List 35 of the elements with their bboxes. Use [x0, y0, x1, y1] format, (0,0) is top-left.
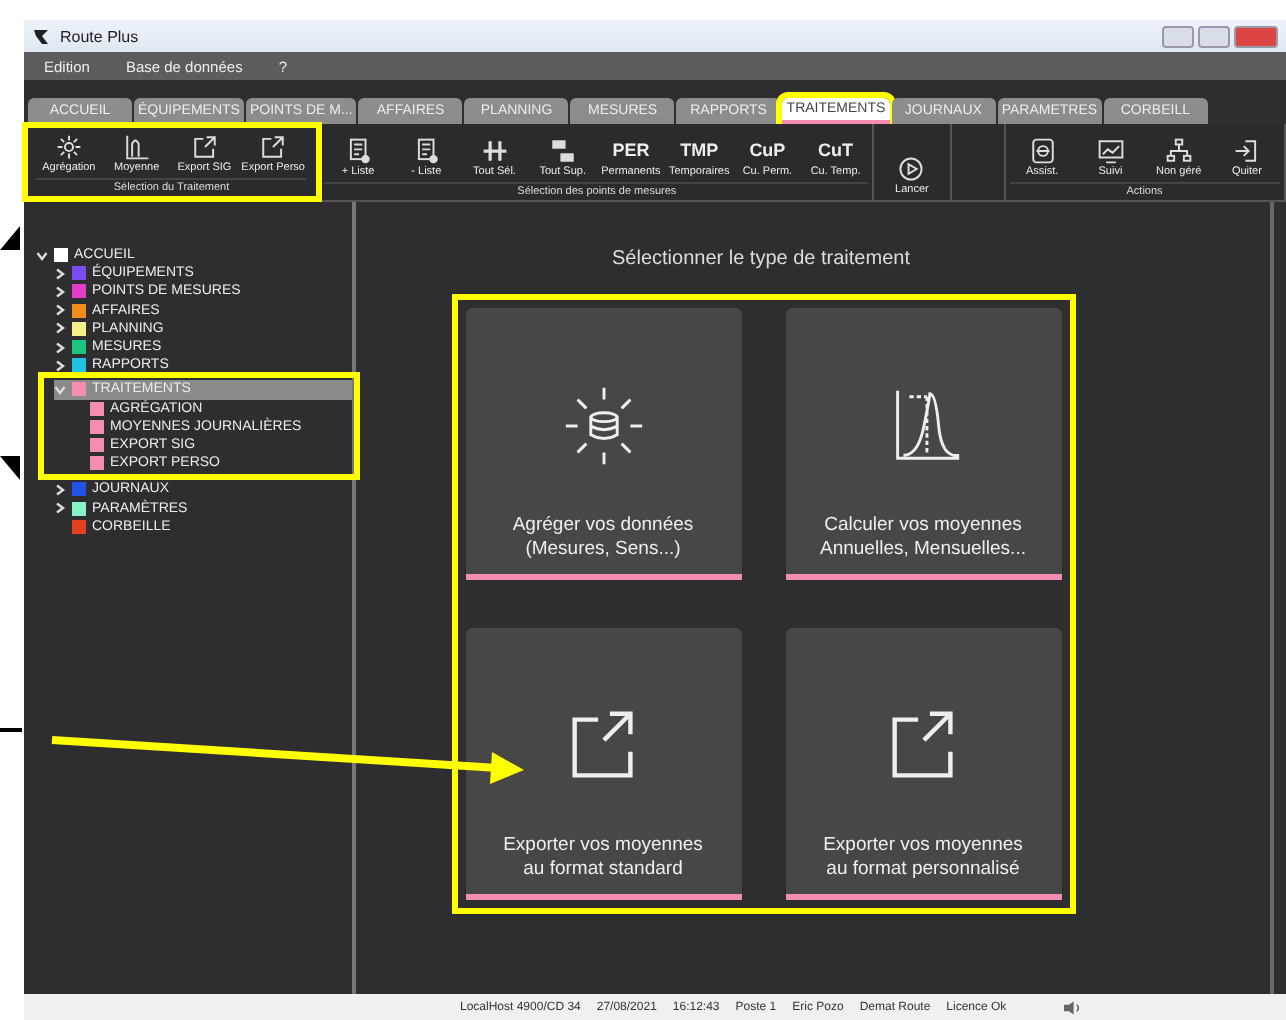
action-card[interactable]: Agréger vos données (Mesures, Sens...) [465, 308, 741, 580]
action-card[interactable]: Calculer vos moyennes Annuelles, Mensuelles... [785, 308, 1061, 580]
export-icon [260, 134, 287, 160]
card-caption: Agréger vos données (Mesures, Sens...) [512, 514, 694, 562]
chevron-down-icon[interactable] [36, 249, 48, 262]
export-icon [191, 134, 218, 160]
card-caption: Exporter vos moyennes au format personnalisé [823, 834, 1023, 882]
play-icon [898, 156, 925, 182]
chevron-right-icon[interactable] [54, 285, 66, 298]
list-icon [345, 138, 372, 164]
card-caption: Exporter vos moyennes au format standard [503, 834, 703, 882]
exit-icon [1233, 138, 1260, 164]
chevron-right-icon[interactable] [54, 341, 66, 354]
burst-icon [55, 134, 82, 160]
selectall-icon [481, 138, 508, 164]
speaker-icon[interactable] [1062, 999, 1083, 1015]
chevron-right-icon[interactable] [54, 304, 66, 317]
action-card[interactable]: Exporter vos moyennes au format standard [465, 628, 741, 900]
window-title: Route Plus [60, 27, 139, 45]
monitor-icon [1097, 138, 1124, 164]
card-caption: Calculer vos moyennes Annuelles, Mensuelles... [820, 514, 1026, 562]
pointer-arrowhead-icon [0, 456, 20, 480]
chevron-right-icon[interactable] [54, 483, 66, 496]
action-card[interactable]: Exporter vos moyennes au format personnalisé [785, 628, 1061, 900]
pointer-arrowhead-icon [0, 226, 20, 250]
network-icon [1165, 138, 1192, 164]
section-title: Sélectionner le type de traitement [612, 248, 910, 270]
close-button[interactable] [1234, 25, 1278, 47]
chart-icon [123, 134, 150, 160]
chevron-right-icon[interactable] [54, 267, 66, 280]
chevron-right-icon[interactable] [54, 322, 66, 335]
chevron-right-icon[interactable] [54, 502, 66, 515]
app-logo-icon [32, 26, 52, 46]
chevron-right-icon[interactable] [54, 359, 66, 372]
list-icon [413, 138, 440, 164]
